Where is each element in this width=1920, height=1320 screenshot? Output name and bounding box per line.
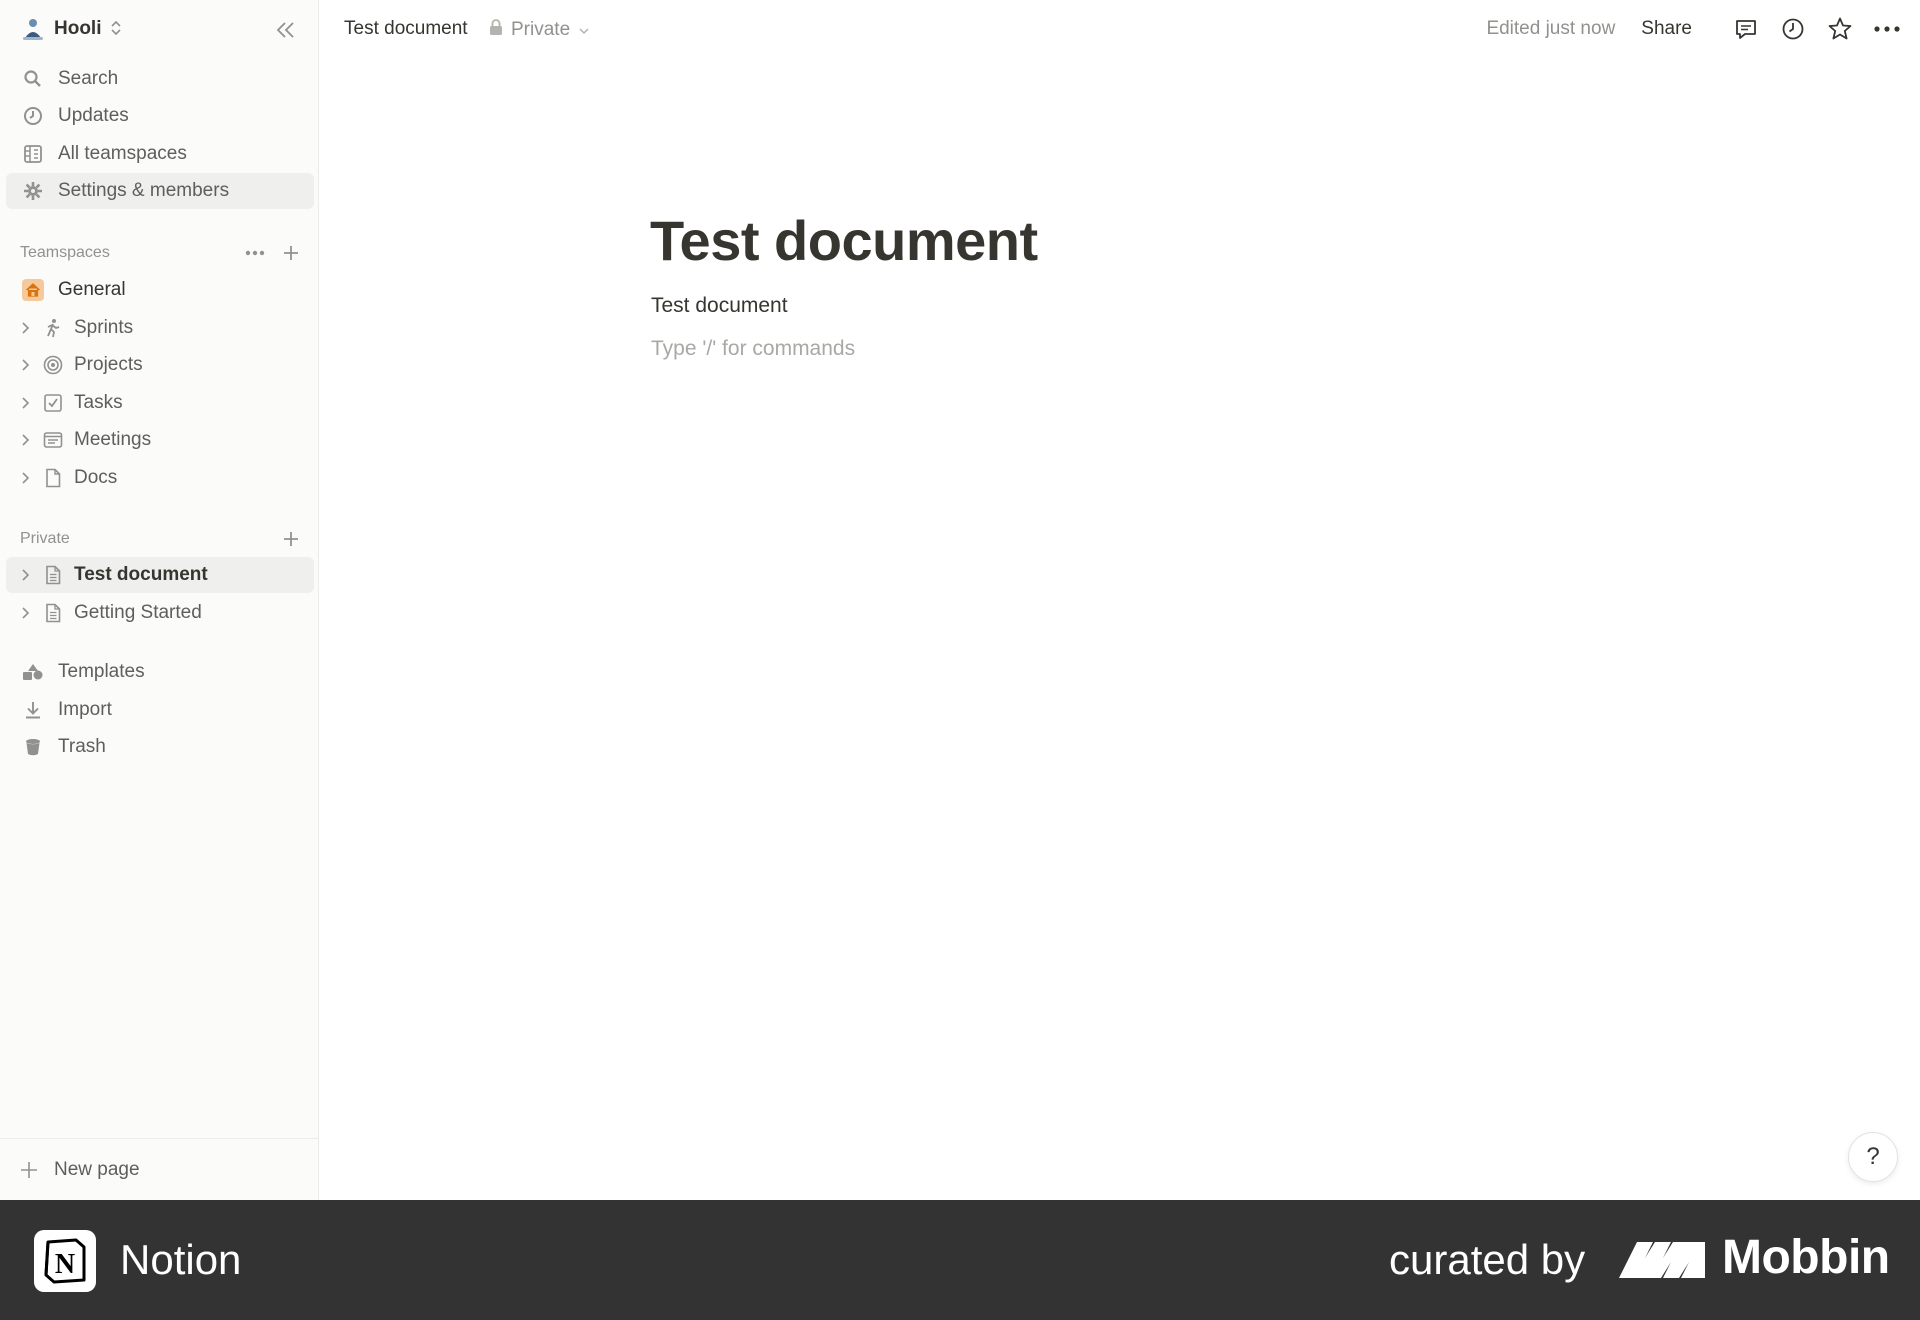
chevron-updown-icon — [110, 20, 122, 39]
page-title[interactable]: Test document — [650, 208, 1038, 273]
tree-label: Test document — [74, 564, 208, 585]
clock-icon — [22, 105, 44, 127]
download-icon — [22, 699, 44, 721]
edited-status: Edited just now — [1486, 18, 1616, 39]
help-label: ? — [1866, 1143, 1880, 1170]
workspace-name: Hooli — [54, 18, 102, 39]
building-icon — [22, 143, 44, 165]
chevron-right-icon[interactable] — [18, 432, 34, 448]
workspace-avatar-icon — [20, 16, 46, 42]
mobbin-wordmark: Mobbin — [1722, 1231, 1890, 1284]
chevron-right-icon[interactable] — [18, 567, 34, 583]
sidebar: Hooli Search Updates All teamspaces Sett… — [0, 0, 319, 1200]
tree-item-meetings[interactable]: Meetings — [6, 422, 314, 458]
chevron-right-icon[interactable] — [18, 395, 34, 411]
nav-trash[interactable]: Trash — [6, 729, 314, 765]
nav-templates[interactable]: Templates — [6, 654, 314, 690]
runner-icon — [42, 317, 64, 339]
teamspaces-header: Teamspaces — [20, 241, 302, 265]
nav-label: Search — [58, 68, 119, 89]
gear-icon — [22, 180, 44, 202]
tree-item-getting-started[interactable]: Getting Started — [6, 595, 314, 631]
chevron-right-icon[interactable] — [18, 320, 34, 336]
topbar: Test document Private Edited just now Sh… — [319, 0, 1920, 58]
tree-label: Docs — [74, 467, 118, 488]
plus-icon — [18, 1159, 40, 1181]
chevron-right-icon[interactable] — [18, 605, 34, 621]
collapse-sidebar-button[interactable] — [272, 16, 300, 44]
help-button[interactable]: ? — [1848, 1132, 1898, 1182]
page-icon — [42, 467, 64, 489]
tree-item-sprints[interactable]: Sprints — [6, 310, 314, 346]
more-horizontal-icon[interactable] — [244, 242, 266, 264]
nav-label: All teamspaces — [58, 143, 187, 164]
nav-settings-members[interactable]: Settings & members — [6, 173, 314, 209]
new-page-button[interactable]: New page — [0, 1138, 319, 1200]
nav-updates[interactable]: Updates — [6, 98, 314, 134]
privacy-dropdown[interactable]: Private — [489, 18, 590, 42]
tree-item-tasks[interactable]: Tasks — [6, 385, 314, 421]
templates-icon — [22, 661, 44, 683]
svg-text:N: N — [55, 1249, 75, 1280]
nav-label: Updates — [58, 105, 129, 126]
more-horizontal-icon[interactable] — [1872, 14, 1902, 44]
teamspace-label: General — [58, 279, 126, 300]
trash-icon — [22, 736, 44, 758]
chevron-down-icon — [578, 19, 590, 41]
checkbox-icon — [42, 392, 64, 414]
nav-import[interactable]: Import — [6, 692, 314, 728]
tree-label: Projects — [74, 354, 143, 375]
home-icon — [22, 279, 44, 301]
nav-label: Settings & members — [58, 180, 230, 201]
breadcrumb-page[interactable]: Test document — [344, 18, 468, 40]
doc-icon — [42, 602, 64, 624]
tree-label: Getting Started — [74, 602, 202, 623]
tree-label: Tasks — [74, 392, 123, 413]
mobbin-logo-icon — [1619, 1238, 1705, 1282]
app-window: Hooli Search Updates All teamspaces Sett… — [0, 0, 1920, 1200]
teamspace-general[interactable]: General — [6, 272, 314, 308]
new-page-label: New page — [54, 1158, 140, 1180]
editor-placeholder[interactable]: Type '/' for commands — [651, 337, 855, 361]
private-header: Private — [20, 527, 302, 551]
privacy-label: Private — [511, 19, 571, 40]
chevron-right-icon[interactable] — [18, 357, 34, 373]
main-content: Test document Private Edited just now Sh… — [319, 0, 1920, 1200]
lock-icon — [489, 18, 503, 42]
teamspaces-section-label: Teamspaces — [20, 244, 110, 261]
nav-label: Trash — [58, 736, 106, 757]
share-button[interactable]: Share — [1641, 18, 1692, 40]
tree-item-projects[interactable]: Projects — [6, 347, 314, 383]
search-icon — [22, 68, 44, 90]
notes-icon — [42, 429, 64, 451]
add-private-page-plus-icon[interactable] — [280, 528, 302, 550]
chevron-right-icon[interactable] — [18, 470, 34, 486]
workspace-switcher[interactable]: Hooli — [20, 14, 122, 44]
curated-by-label: curated by — [1389, 1236, 1586, 1283]
attribution-banner: N Notion curated by Mobbin — [0, 1200, 1920, 1320]
star-icon[interactable] — [1825, 14, 1855, 44]
nav-label: Import — [58, 699, 112, 720]
notion-logo-icon: N — [34, 1230, 96, 1292]
nav-label: Templates — [58, 661, 145, 682]
page-body-text[interactable]: Test document — [651, 294, 788, 318]
target-icon — [42, 354, 64, 376]
tree-label: Sprints — [74, 317, 134, 338]
tree-label: Meetings — [74, 429, 152, 450]
topbar-actions: Edited just now Share — [1486, 12, 1902, 46]
doc-icon — [42, 564, 64, 586]
comments-icon[interactable] — [1731, 14, 1761, 44]
private-section-label: Private — [20, 530, 70, 547]
nav-all-teamspaces[interactable]: All teamspaces — [6, 136, 314, 172]
history-clock-icon[interactable] — [1778, 14, 1808, 44]
add-teamspace-plus-icon[interactable] — [280, 242, 302, 264]
tree-item-test-document[interactable]: Test document — [6, 557, 314, 593]
nav-search[interactable]: Search — [6, 61, 314, 97]
app-name: Notion — [120, 1236, 242, 1283]
tree-item-docs[interactable]: Docs — [6, 460, 314, 496]
